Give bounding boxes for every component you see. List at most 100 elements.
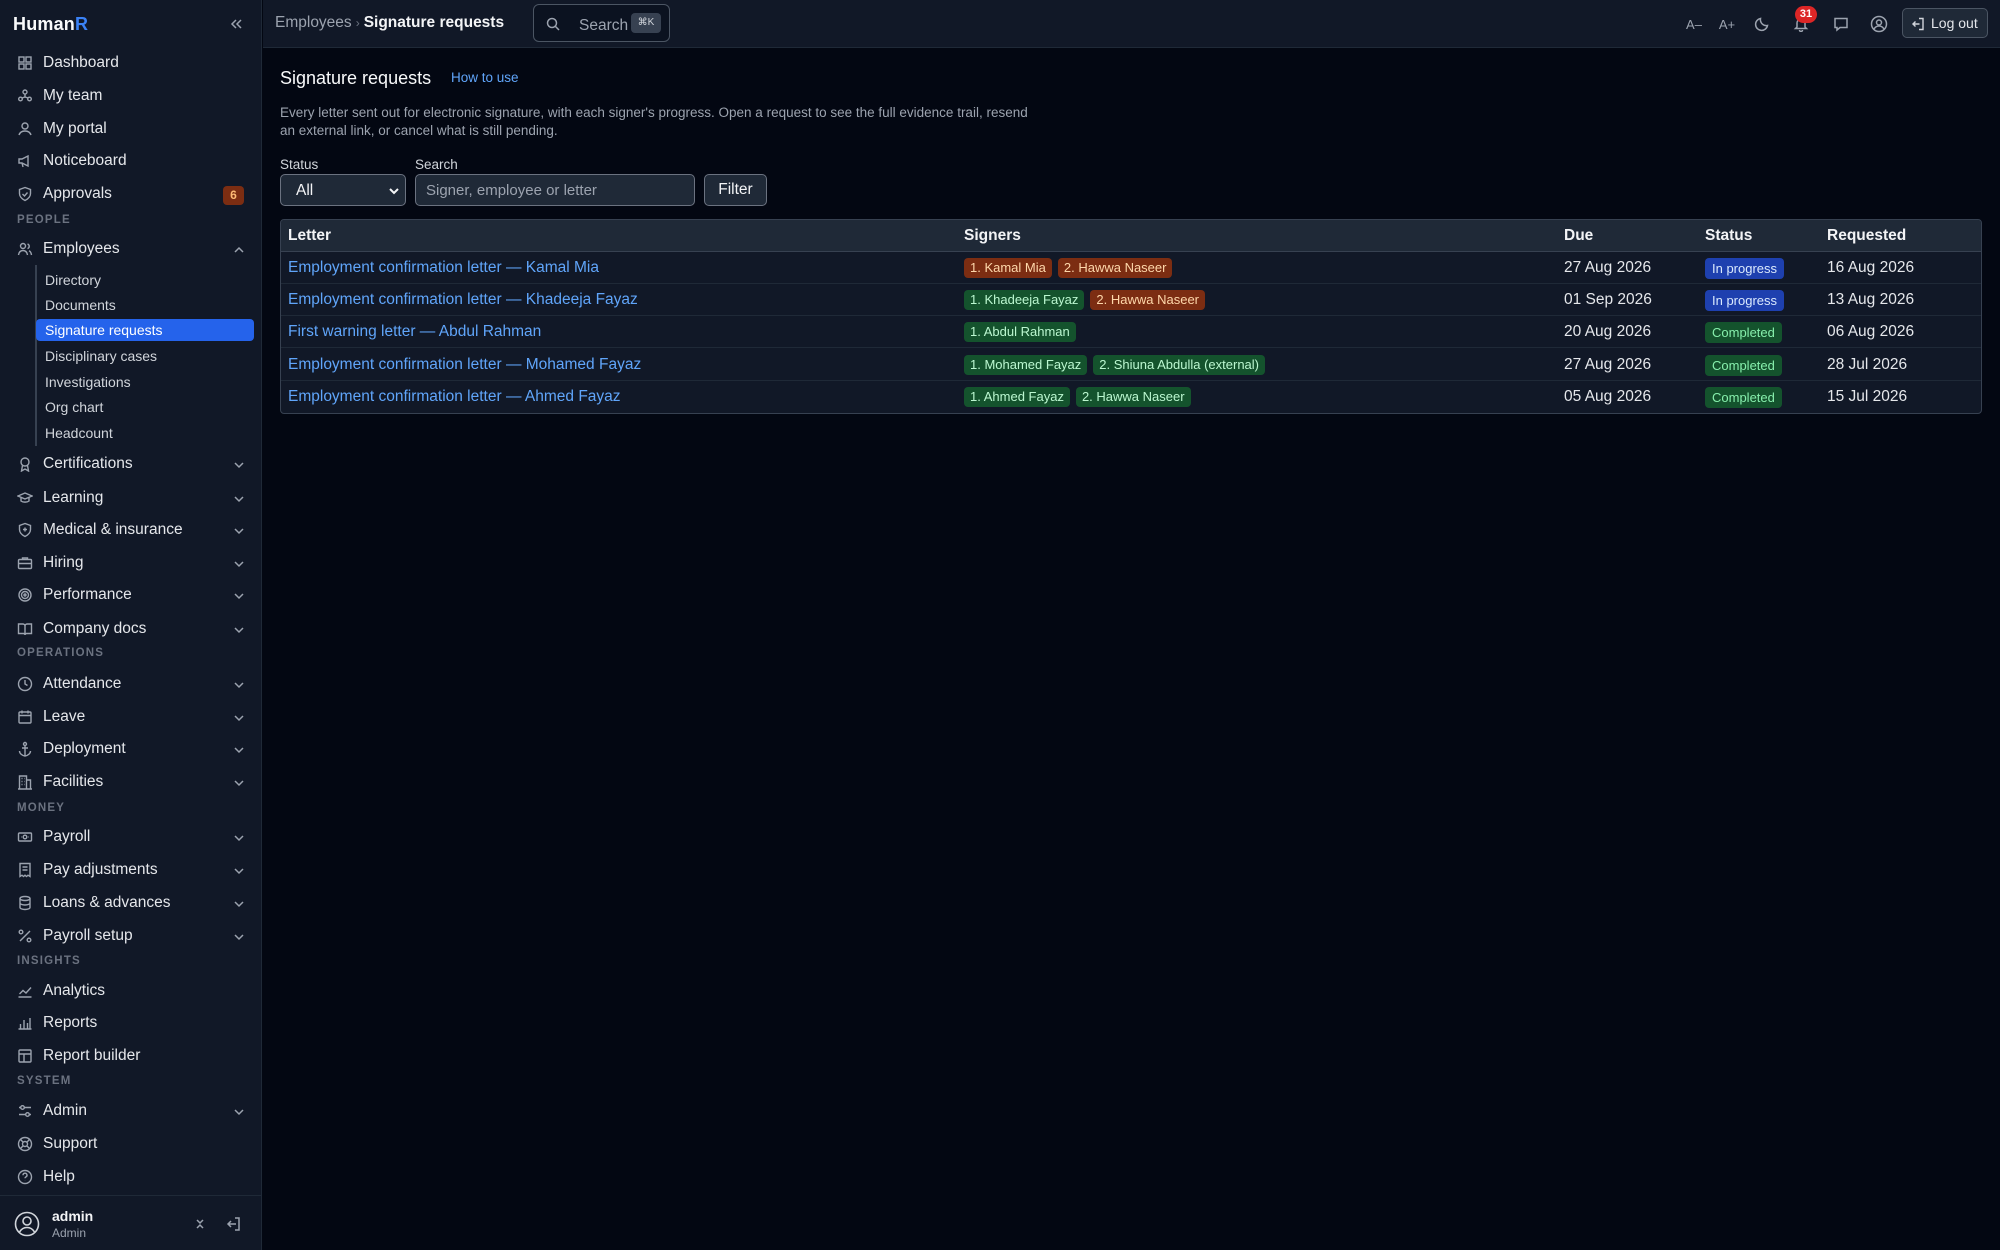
moon-icon[interactable] [1752, 14, 1772, 34]
sidebar-subitem-org-chart[interactable]: Org chart [36, 396, 254, 418]
signers-list: 1. Kamal Mia 2. Hawwa Naseer [964, 258, 1173, 278]
signer-pill: 2. Hawwa Naseer [1057, 258, 1173, 278]
sidebar-item-my-team[interactable]: My team [0, 81, 262, 111]
receipt-icon [17, 862, 33, 878]
requested-date: 15 Jul 2026 [1827, 388, 1908, 405]
column-header-requested[interactable]: Requested [1827, 227, 1906, 245]
target-icon [17, 587, 33, 603]
font-smaller-button[interactable]: A– [1681, 14, 1707, 34]
chevrons-up-down-icon[interactable] [192, 1216, 208, 1232]
global-search-button[interactable]: Search ⌘K [533, 4, 670, 42]
sidebar-subitem-documents[interactable]: Documents [36, 294, 254, 316]
breadcrumb-parent[interactable]: Employees [275, 14, 352, 31]
filter-button[interactable]: Filter [704, 174, 767, 206]
sidebar-item-learning[interactable]: Learning [0, 483, 262, 513]
signer-pill: 2. Shiuna Abdulla (external) [1093, 355, 1265, 375]
signer-pill: 1. Mohamed Fayaz [964, 355, 1088, 375]
column-header-signers[interactable]: Signers [964, 227, 1021, 245]
sidebar-item-label: Payroll [43, 828, 91, 845]
sidebar-item-company-docs[interactable]: Company docs [0, 614, 262, 644]
table-row[interactable]: Employment confirmation letter — Mohamed… [281, 349, 1981, 381]
award-icon [17, 456, 33, 472]
table-row[interactable]: First warning letter — Abdul Rahman 1. A… [281, 316, 1981, 348]
sidebar-item-report-builder[interactable]: Report builder [0, 1041, 262, 1071]
sidebar-item-my-portal[interactable]: My portal [0, 114, 262, 144]
sidebar-subitem-investigations[interactable]: Investigations [36, 371, 254, 393]
table-row[interactable]: Employment confirmation letter — Ahmed F… [281, 381, 1981, 413]
sidebar-subitem-directory[interactable]: Directory [36, 269, 254, 291]
account-icon[interactable] [1869, 14, 1889, 34]
sidebar-item-label: Leave [43, 708, 86, 725]
subitem-label: Headcount [45, 425, 113, 441]
sidebar-item-performance[interactable]: Performance [0, 580, 262, 610]
sidebar-item-noticeboard[interactable]: Noticeboard [0, 146, 262, 176]
message-icon[interactable] [1831, 14, 1851, 34]
graduation-cap-icon [17, 490, 33, 506]
font-larger-button[interactable]: A+ [1714, 14, 1740, 34]
logout-button[interactable]: Log out [1902, 8, 1988, 38]
sidebar-item-employees[interactable]: Employees [0, 234, 262, 264]
sidebar-item-dashboard[interactable]: Dashboard [0, 48, 262, 78]
how-to-use-link[interactable]: How to use [451, 70, 519, 85]
help-circle-icon [17, 1169, 33, 1185]
chevron-down-icon [231, 588, 247, 604]
sidebar-item-reports[interactable]: Reports [0, 1008, 262, 1038]
column-header-due[interactable]: Due [1564, 227, 1593, 245]
sidebar-item-help[interactable]: Help [0, 1162, 262, 1192]
due-date: 20 Aug 2026 [1564, 323, 1652, 340]
avatar-icon[interactable] [14, 1211, 40, 1237]
status-select[interactable]: All [280, 174, 406, 206]
sidebar-item-leave[interactable]: Leave [0, 702, 262, 732]
chevron-down-icon [231, 775, 247, 791]
breadcrumb: Employees › Signature requests [275, 14, 504, 32]
sidebar-item-label: Company docs [43, 620, 147, 637]
table-row[interactable]: Employment confirmation letter — Khadeej… [281, 284, 1981, 316]
letter-link[interactable]: Employment confirmation letter — Ahmed F… [288, 388, 621, 406]
status-badge: Completed [1705, 355, 1782, 376]
sidebar-item-analytics[interactable]: Analytics [0, 976, 262, 1006]
chevron-down-icon [231, 742, 247, 758]
signers-list: 1. Mohamed Fayaz 2. Shiuna Abdulla (exte… [964, 355, 1265, 375]
column-header-letter[interactable]: Letter [288, 227, 331, 245]
sidebar-subitem-disciplinary-cases[interactable]: Disciplinary cases [36, 345, 254, 367]
sidebar-item-label: Learning [43, 489, 104, 506]
sidebar-item-approvals[interactable]: Approvals 6 [0, 179, 262, 209]
requested-date: 28 Jul 2026 [1827, 356, 1908, 373]
chevron-down-icon [231, 523, 247, 539]
percent-icon [17, 928, 33, 944]
sidebar-item-hiring[interactable]: Hiring [0, 548, 262, 578]
sidebar-subitem-headcount[interactable]: Headcount [36, 422, 254, 444]
table-row[interactable]: Employment confirmation letter — Kamal M… [281, 252, 1981, 284]
requested-date: 16 Aug 2026 [1827, 259, 1915, 276]
user-role: Admin [52, 1226, 87, 1240]
sidebar-item-certifications[interactable]: Certifications [0, 449, 262, 479]
letter-link[interactable]: First warning letter — Abdul Rahman [288, 323, 541, 341]
sidebar-item-support[interactable]: Support [0, 1129, 262, 1159]
sidebar-item-deployment[interactable]: Deployment [0, 734, 262, 764]
letter-link[interactable]: Employment confirmation letter — Mohamed… [288, 356, 641, 374]
sign-out-icon[interactable] [226, 1216, 242, 1232]
page-description: Every letter sent out for electronic sig… [280, 105, 1028, 138]
sidebar-item-payroll[interactable]: Payroll [0, 822, 262, 852]
sidebar-item-attendance[interactable]: Attendance [0, 669, 262, 699]
sidebar-item-medical-insurance[interactable]: Medical & insurance [0, 515, 262, 545]
collapse-sidebar-icon[interactable] [226, 14, 246, 34]
sidebar-subitem-signature-requests[interactable]: Signature requests [36, 319, 254, 341]
breadcrumb-separator: › [355, 16, 360, 30]
sidebar-item-admin[interactable]: Admin [0, 1096, 262, 1126]
sidebar-item-payroll-setup[interactable]: Payroll setup [0, 921, 262, 951]
sidebar-item-label: Medical & insurance [43, 521, 183, 538]
column-header-status[interactable]: Status [1705, 227, 1752, 245]
sidebar-item-loans-advances[interactable]: Loans & advances [0, 888, 262, 918]
sidebar-item-pay-adjustments[interactable]: Pay adjustments [0, 855, 262, 885]
clock-icon [17, 676, 33, 692]
sidebar: HumanR Dashboard My team My portal Notic… [0, 0, 262, 1250]
letter-link[interactable]: Employment confirmation letter — Kamal M… [288, 259, 599, 277]
app-logo[interactable]: HumanR [13, 14, 88, 35]
sidebar-item-facilities[interactable]: Facilities [0, 767, 262, 797]
chevron-down-icon [387, 184, 401, 198]
letter-link[interactable]: Employment confirmation letter — Khadeej… [288, 291, 638, 309]
search-input[interactable]: Signer, employee or letter [415, 174, 695, 206]
requested-date: 13 Aug 2026 [1827, 291, 1915, 308]
section-heading-system: SYSTEM [17, 1075, 72, 1087]
